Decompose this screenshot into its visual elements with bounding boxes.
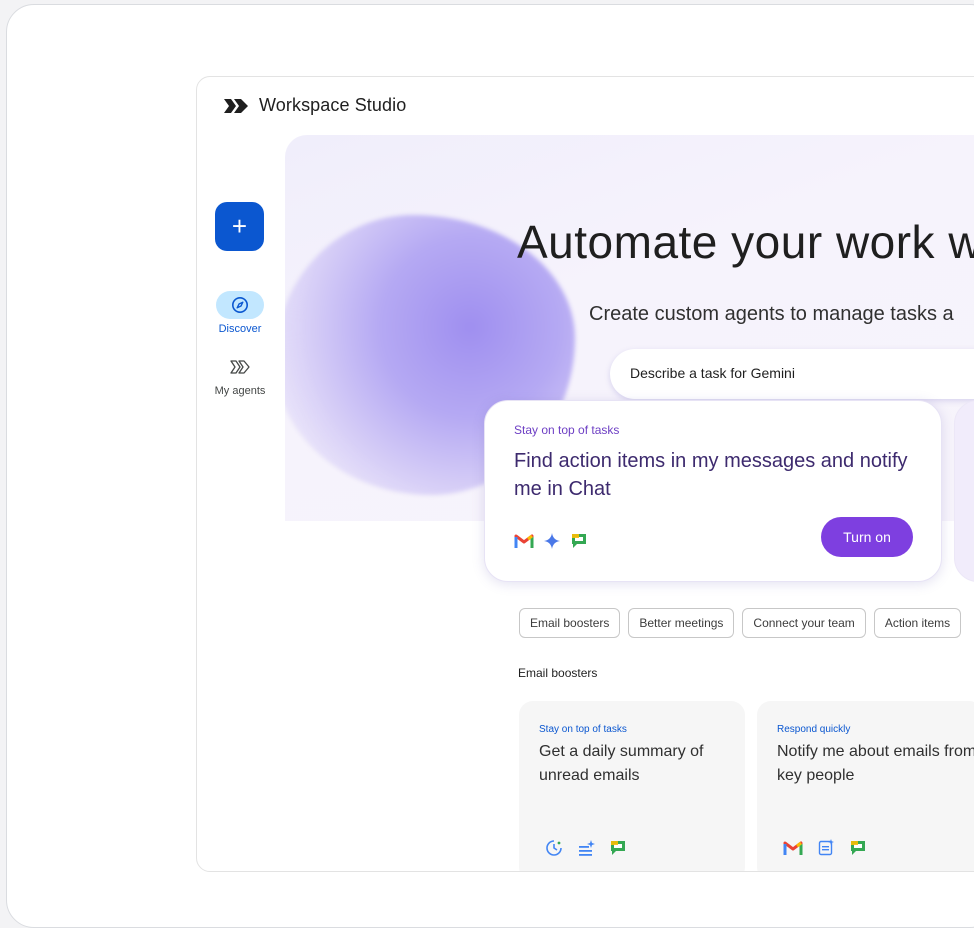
chip-better-meetings[interactable]: Better meetings [628, 608, 735, 638]
card-headline: Get a daily summary of unread emails [539, 743, 704, 784]
doc-sparkle-icon [818, 839, 834, 856]
app-window: Workspace Studio + Discover My agents Au… [196, 76, 974, 872]
nav-pill-my-agents [216, 353, 264, 381]
hero-title: Automate your work wi [517, 216, 974, 268]
section-heading: Email boosters [518, 666, 598, 680]
card-headline: Notify me about emails from key people [777, 743, 974, 784]
nav-pill-discover [216, 291, 264, 319]
chip-connect-your-team[interactable]: Connect your team [742, 608, 866, 638]
category-chips: Email boosters Better meetings Connect y… [519, 608, 962, 638]
agent-card-daily-summary[interactable]: Stay on top of tasks Get a daily summary… [519, 701, 745, 871]
gmail-icon [514, 534, 534, 548]
summary-list-icon [579, 840, 595, 856]
google-chat-icon [851, 841, 865, 855]
card-kicker: Respond quickly [777, 724, 851, 735]
hero-subtitle: Create custom agents to manage tasks a [589, 303, 954, 325]
task-prompt-input[interactable]: Describe a task for Gemini [610, 349, 974, 399]
google-chat-icon [611, 841, 625, 855]
card-app-icons [545, 839, 627, 857]
featured-kicker: Stay on top of tasks [514, 423, 620, 437]
featured-app-icons [514, 532, 588, 550]
chip-email-boosters[interactable]: Email boosters [519, 608, 621, 638]
plus-icon: + [231, 211, 248, 241]
featured-agent-card[interactable]: Stay on top of tasks Find action items i… [484, 400, 942, 582]
google-chat-icon [572, 534, 586, 548]
next-featured-card[interactable] [954, 400, 974, 582]
card-kicker: Stay on top of tasks [539, 724, 627, 735]
app-title: Workspace Studio [259, 95, 407, 115]
sidebar-item-discover[interactable]: Discover [197, 291, 283, 335]
sidebar-item-label: Discover [218, 323, 262, 335]
top-bar: Workspace Studio [223, 95, 406, 116]
turn-on-button[interactable]: Turn on [821, 517, 913, 557]
create-agent-button[interactable]: + [215, 202, 264, 251]
card-app-icons [783, 839, 867, 857]
schedule-icon [546, 840, 562, 856]
gmail-icon [783, 841, 803, 855]
gemini-sparkle-icon [544, 533, 560, 549]
workspace-studio-logo-icon [223, 96, 249, 116]
agents-icon [230, 360, 250, 374]
compass-icon [232, 297, 248, 313]
task-prompt-text: Describe a task for Gemini [630, 365, 795, 381]
chip-action-items[interactable]: Action items [873, 608, 962, 638]
featured-headline: Find action items in my messages and not… [514, 450, 908, 500]
agent-card-key-people[interactable]: Respond quickly Notify me about emails f… [757, 701, 974, 871]
sidebar-item-my-agents[interactable]: My agents [197, 353, 283, 397]
device-frame: Workspace Studio + Discover My agents Au… [6, 4, 974, 928]
sidebar-item-label: My agents [214, 385, 266, 397]
